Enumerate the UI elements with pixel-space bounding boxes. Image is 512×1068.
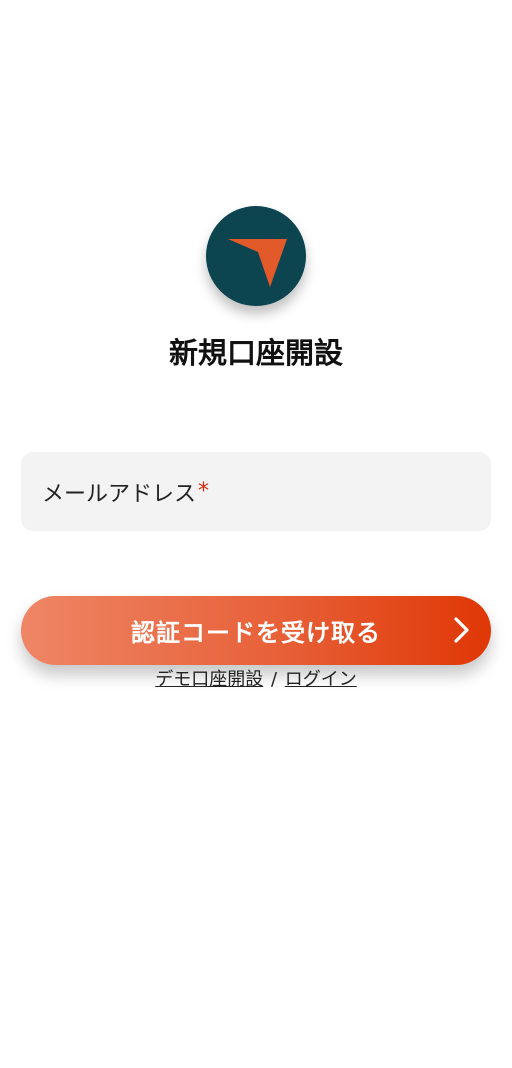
login-link[interactable]: ログイン	[285, 669, 357, 690]
location-arrow-icon	[228, 239, 287, 287]
get-verification-code-button[interactable]: 認証コードを受け取る	[21, 596, 491, 665]
app-logo	[206, 206, 306, 306]
email-field-label: メールアドレス	[42, 481, 197, 507]
demo-account-link[interactable]: デモ口座開設	[155, 669, 263, 690]
email-field[interactable]: メールアドレス *	[21, 452, 491, 531]
link-separator: /	[270, 669, 278, 690]
page-title: 新規口座開設	[168, 336, 343, 370]
required-mark: *	[198, 479, 210, 504]
chevron-right-icon	[454, 617, 469, 643]
submit-button-label: 認証コードを受け取る	[131, 619, 381, 647]
signup-screen: 新規口座開設 メールアドレス * 認証コードを受け取る デモ口座開設 / ログイ…	[0, 0, 512, 1068]
secondary-links: デモ口座開設 / ログイン	[0, 666, 512, 694]
